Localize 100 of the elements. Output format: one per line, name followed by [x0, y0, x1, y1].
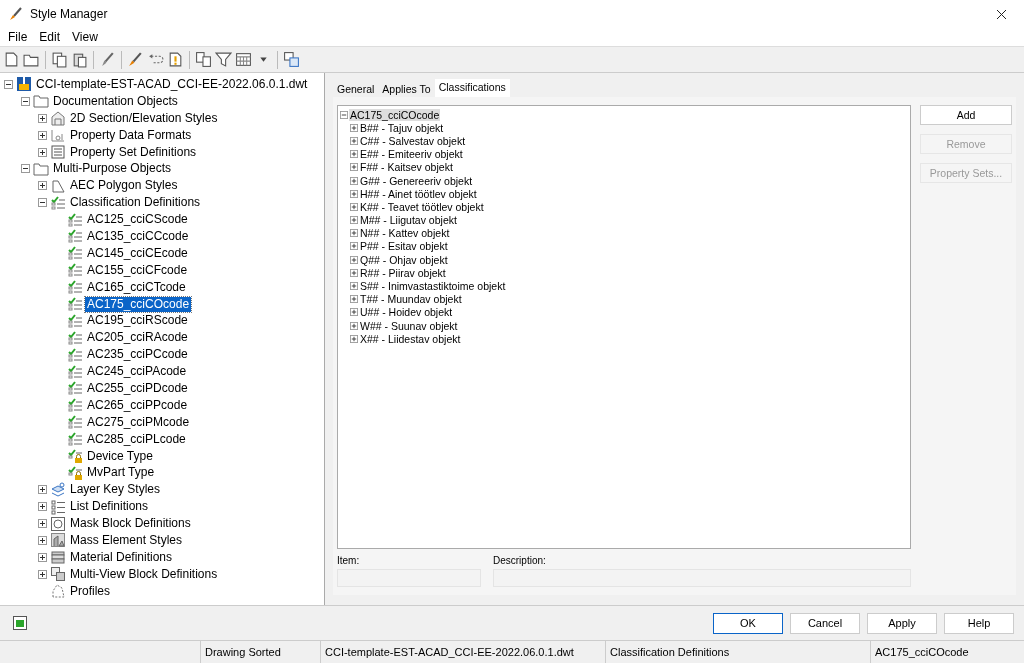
- classification-item[interactable]: H## - Ainet töötlev objekt: [359, 187, 478, 200]
- expand-toggle[interactable]: [340, 110, 348, 119]
- expand-toggle[interactable]: [350, 321, 358, 330]
- tree-item[interactable]: Multi-Purpose Objects: [51, 161, 174, 177]
- expand-toggle[interactable]: [350, 123, 358, 132]
- tree-item[interactable]: Profiles: [68, 583, 112, 599]
- expand-toggle[interactable]: [350, 334, 358, 343]
- tree-item[interactable]: Classification Definitions: [68, 195, 203, 211]
- menu-item[interactable]: View: [66, 30, 104, 44]
- table-dropdown-icon[interactable]: [235, 51, 252, 68]
- compare-icon[interactable]: [195, 51, 212, 68]
- tab[interactable]: Classifications: [434, 79, 510, 97]
- classification-item[interactable]: W## - Suunav objekt: [359, 319, 459, 332]
- tree-item[interactable]: AC275_cciPMcode: [85, 414, 192, 430]
- dialog-button[interactable]: Apply: [867, 612, 937, 634]
- expand-toggle[interactable]: [350, 163, 358, 172]
- expand-toggle[interactable]: [38, 113, 47, 123]
- expand-toggle[interactable]: [350, 268, 358, 277]
- expand-toggle[interactable]: [350, 136, 358, 145]
- classification-item[interactable]: T## - Muundav objekt: [359, 293, 463, 306]
- expand-toggle[interactable]: [38, 519, 47, 529]
- classification-item[interactable]: K## - Teavet töötlev objekt: [359, 200, 485, 213]
- tree-item[interactable]: AC285_cciPLcode: [85, 431, 188, 447]
- classification-item[interactable]: E## - Emiteeriv objekt: [359, 148, 464, 161]
- tree-item[interactable]: AC165_cciCTcode: [85, 279, 188, 295]
- windows-icon[interactable]: [283, 51, 300, 68]
- classification-item[interactable]: X## - Liidestav objekt: [359, 332, 462, 345]
- tree-item[interactable]: Mass Element Styles: [68, 533, 185, 548]
- tree-item[interactable]: Mask Block Definitions: [68, 516, 193, 532]
- expand-toggle[interactable]: [350, 216, 358, 225]
- tree-item[interactable]: MvPart Type: [85, 465, 157, 481]
- filter-icon[interactable]: [215, 51, 232, 68]
- paste-icon[interactable]: [71, 51, 88, 68]
- classification-item[interactable]: R## - Piirav objekt: [359, 266, 447, 279]
- dialog-button[interactable]: Help: [944, 612, 1014, 634]
- tree-item[interactable]: Material Definitions: [68, 549, 175, 565]
- expand-toggle[interactable]: [350, 295, 358, 304]
- classification-item[interactable]: U## - Hoidev objekt: [359, 306, 454, 319]
- classification-item[interactable]: N## - Kattev objekt: [359, 227, 451, 240]
- tree-item[interactable]: Multi-View Block Definitions: [68, 566, 220, 582]
- dialog-button[interactable]: Cancel: [790, 612, 860, 634]
- expand-toggle[interactable]: [38, 485, 47, 495]
- expand-toggle[interactable]: [21, 164, 30, 174]
- menu-item[interactable]: File: [2, 30, 34, 44]
- expand-toggle[interactable]: [350, 176, 358, 185]
- tree-item[interactable]: CCI-template-EST-ACAD_CCI-EE-2022.06.0.1.dwt: [34, 76, 310, 92]
- expand-toggle[interactable]: [38, 569, 47, 579]
- tree-item[interactable]: AC255_cciPDcode: [85, 380, 190, 396]
- tree-item[interactable]: AC265_cciPPcode: [85, 397, 190, 413]
- tree-item[interactable]: AC155_cciCFcode: [85, 262, 190, 278]
- classification-item[interactable]: M## - Liigutav objekt: [359, 214, 458, 227]
- expand-toggle[interactable]: [38, 502, 47, 512]
- tree-item[interactable]: AEC Polygon Styles: [68, 178, 180, 194]
- brush-icon[interactable]: [99, 51, 116, 68]
- classification-item[interactable]: G## - Genereeriv objekt: [359, 174, 474, 187]
- tree-item[interactable]: List Definitions: [68, 499, 151, 515]
- tree-item[interactable]: Property Data Formats: [68, 127, 194, 143]
- expand-toggle[interactable]: [350, 282, 358, 291]
- menu-item[interactable]: Edit: [33, 30, 67, 44]
- tree-item[interactable]: Documentation Objects: [51, 93, 180, 109]
- dialog-button[interactable]: OK: [713, 612, 783, 634]
- tree-item[interactable]: AC235_cciPCcode: [85, 347, 190, 363]
- expand-toggle[interactable]: [38, 552, 47, 562]
- tree-item[interactable]: AC245_cciPAcode: [85, 364, 189, 380]
- tree-item[interactable]: AC125_cciCScode: [85, 212, 190, 228]
- expand-toggle[interactable]: [350, 202, 358, 211]
- classification-item[interactable]: AC175_cciCOcode: [349, 108, 441, 121]
- expand-toggle[interactable]: [350, 189, 358, 198]
- expand-toggle[interactable]: [350, 229, 358, 238]
- classification-item[interactable]: F## - Kaitsev objekt: [359, 161, 454, 174]
- expand-toggle[interactable]: [21, 96, 30, 106]
- copy-icon[interactable]: [51, 51, 68, 68]
- classification-item[interactable]: Q## - Ohjav objekt: [359, 253, 449, 266]
- tab[interactable]: General: [333, 81, 379, 97]
- tree-item[interactable]: AC205_cciRAcode: [85, 330, 190, 346]
- expand-toggle[interactable]: [38, 130, 47, 140]
- classification-item[interactable]: C## - Salvestav objekt: [359, 134, 467, 147]
- tree-item[interactable]: AC135_cciCCcode: [85, 228, 191, 244]
- tree-item[interactable]: AC145_cciCEcode: [85, 245, 190, 261]
- document-alert-icon[interactable]: [167, 51, 184, 68]
- expand-toggle[interactable]: [38, 536, 47, 545]
- expand-toggle[interactable]: [350, 255, 358, 264]
- expand-toggle[interactable]: [38, 147, 47, 157]
- expand-toggle[interactable]: [350, 308, 358, 317]
- expand-toggle[interactable]: [350, 242, 358, 251]
- classification-item[interactable]: S## - Inimvastastiktoime objekt: [359, 280, 507, 293]
- tree-item[interactable]: Layer Key Styles: [68, 482, 163, 498]
- tab[interactable]: Applies To: [378, 81, 435, 97]
- expand-toggle[interactable]: [4, 79, 13, 89]
- expand-toggle[interactable]: [38, 181, 47, 191]
- expand-toggle[interactable]: [38, 198, 47, 208]
- expand-toggle[interactable]: [350, 150, 358, 159]
- classification-item[interactable]: P## - Esitav objekt: [359, 240, 449, 253]
- new-document-icon[interactable]: [3, 51, 20, 68]
- tree-item[interactable]: AC195_cciRScode: [85, 313, 190, 329]
- classification-item[interactable]: B## - Tajuv objekt: [359, 121, 445, 134]
- window-panel-icon[interactable]: [12, 615, 28, 631]
- tree-item[interactable]: 2D Section/Elevation Styles: [68, 110, 220, 126]
- side-button[interactable]: Add: [920, 105, 1012, 125]
- tree-item[interactable]: Device Type: [85, 448, 155, 464]
